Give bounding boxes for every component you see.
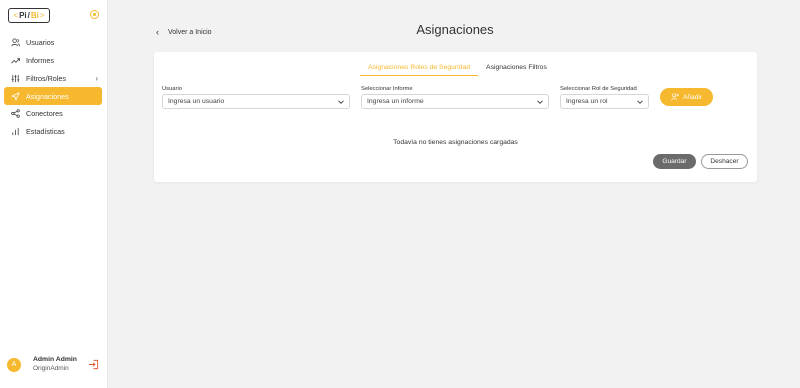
add-assignment-button[interactable]: Añadir	[660, 88, 713, 106]
usuario-select[interactable]: Ingresa un usuario	[162, 94, 350, 109]
add-user-icon	[671, 93, 679, 101]
app-logo[interactable]: < Pi / Bi >	[8, 8, 50, 23]
sidebar-item-label: Asignaciones	[26, 91, 69, 101]
rol-placeholder: Ingresa un rol	[566, 98, 608, 105]
sidebar-item-conectores[interactable]: Conectores	[4, 105, 102, 123]
informe-select[interactable]: Ingresa un informe	[361, 94, 549, 109]
sidebar-item-estadisticas[interactable]: Estadísticas	[4, 123, 102, 141]
sidebar-item-label: Informes	[26, 56, 54, 66]
avatar[interactable]: A	[7, 358, 21, 372]
back-link-label: Volver a Inicio	[168, 28, 212, 36]
informe-placeholder: Ingresa un informe	[367, 98, 424, 105]
add-button-label: Añadir	[682, 93, 703, 101]
usuario-placeholder: Ingresa un usuario	[168, 98, 225, 105]
chevron-down-icon	[338, 100, 344, 104]
share-icon	[11, 109, 20, 119]
chevron-down-icon	[637, 100, 643, 104]
sidebar-item-label: Usuarios	[26, 38, 55, 48]
sliders-icon	[11, 74, 20, 82]
user-profile: A Admin Admin OriginAdmin	[7, 356, 103, 376]
logo-left-angle: <	[13, 10, 19, 20]
sidebar-nav: Usuarios Informes Filtros/Roles › Asigna…	[4, 34, 102, 141]
tab-asignaciones-roles[interactable]: Asignaciones Roles de Seguridad	[360, 63, 479, 76]
sidebar-item-label: Estadísticas	[26, 127, 65, 137]
bar-chart-icon	[12, 128, 19, 136]
empty-state-message: Todavía no tienes asignaciones cargadas	[393, 139, 518, 146]
back-to-home-link[interactable]: ‹ Volver a Inicio	[156, 27, 212, 37]
rol-select[interactable]: Ingresa un rol	[560, 94, 649, 109]
trend-icon	[11, 58, 20, 64]
tab-bar: Asignaciones Roles de Seguridad Asignaci…	[360, 63, 555, 77]
page-title: Asignaciones	[416, 22, 494, 37]
users-icon	[11, 38, 20, 47]
user-role: OriginAdmin	[33, 365, 69, 372]
logo-pi: Pi	[19, 10, 27, 20]
rol-label: Seleccionar Rol de Seguridad	[560, 86, 637, 92]
chevron-right-icon: ›	[95, 73, 98, 83]
user-name: Admin Admin	[33, 356, 77, 363]
sidebar-item-filtros-roles[interactable]: Filtros/Roles ›	[4, 70, 102, 88]
assignments-card: Asignaciones Roles de Seguridad Asignaci…	[154, 52, 757, 182]
tab-asignaciones-filtros[interactable]: Asignaciones Filtros	[478, 63, 555, 76]
chevron-left-icon: ‹	[156, 27, 159, 37]
sidebar-item-asignaciones[interactable]: Asignaciones	[4, 87, 102, 105]
sidebar-item-usuarios[interactable]: Usuarios	[4, 34, 102, 52]
usuario-label: Usuario	[162, 86, 182, 92]
undo-button[interactable]: Deshacer	[701, 154, 748, 169]
save-button[interactable]: Guardar	[653, 154, 696, 169]
collapse-sidebar-icon[interactable]	[90, 10, 99, 19]
logo-slash: /	[27, 10, 30, 20]
logo-right-angle: >	[39, 10, 45, 20]
send-icon	[11, 92, 20, 101]
logout-icon[interactable]	[88, 359, 99, 370]
informe-label: Seleccionar Informe	[361, 86, 413, 92]
sidebar-item-informes[interactable]: Informes	[4, 52, 102, 70]
sidebar: < Pi / Bi > Usuarios Informes Filtros/Ro…	[0, 0, 108, 388]
sidebar-item-label: Conectores	[26, 109, 63, 119]
logo-bi: Bi	[30, 10, 39, 20]
chevron-down-icon	[537, 100, 543, 104]
sidebar-item-label: Filtros/Roles	[26, 73, 66, 83]
